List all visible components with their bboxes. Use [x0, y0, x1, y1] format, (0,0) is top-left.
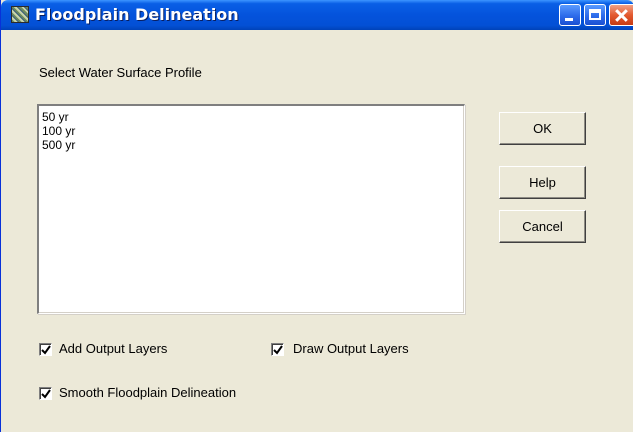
smooth-floodplain-label[interactable]: Smooth Floodplain Delineation	[59, 385, 236, 400]
close-icon[interactable]	[609, 4, 633, 26]
maximize-icon[interactable]	[584, 4, 606, 26]
minimize-icon[interactable]	[559, 4, 581, 26]
add-output-layers-label[interactable]: Add Output Layers	[59, 341, 167, 356]
checkmark-icon	[273, 345, 283, 355]
list-item-profile-500[interactable]: 500 yr	[42, 138, 464, 152]
smooth-floodplain-checkbox[interactable]	[39, 387, 52, 400]
floodplain-delineation-dialog: Floodplain Delineation Select Water Surf…	[0, 0, 633, 432]
help-button[interactable]: Help	[499, 166, 586, 199]
add-output-layers-checkbox[interactable]	[39, 343, 52, 356]
window-title: Floodplain Delineation	[35, 5, 239, 24]
ok-button[interactable]: OK	[499, 112, 586, 145]
profile-prompt-label: Select Water Surface Profile	[39, 65, 202, 80]
list-item-profile-50[interactable]: 50 yr	[42, 110, 464, 124]
water-surface-profile-list[interactable]: 50 yr 100 yr 500 yr	[37, 104, 465, 314]
checkmark-icon	[41, 345, 51, 355]
title-bar[interactable]: Floodplain Delineation	[1, 0, 633, 30]
app-icon	[11, 6, 29, 23]
checkmark-icon	[41, 389, 51, 399]
draw-output-layers-checkbox[interactable]	[271, 343, 284, 356]
draw-output-layers-label[interactable]: Draw Output Layers	[293, 341, 409, 356]
list-item-profile-100[interactable]: 100 yr	[42, 124, 464, 138]
cancel-button[interactable]: Cancel	[499, 210, 586, 243]
